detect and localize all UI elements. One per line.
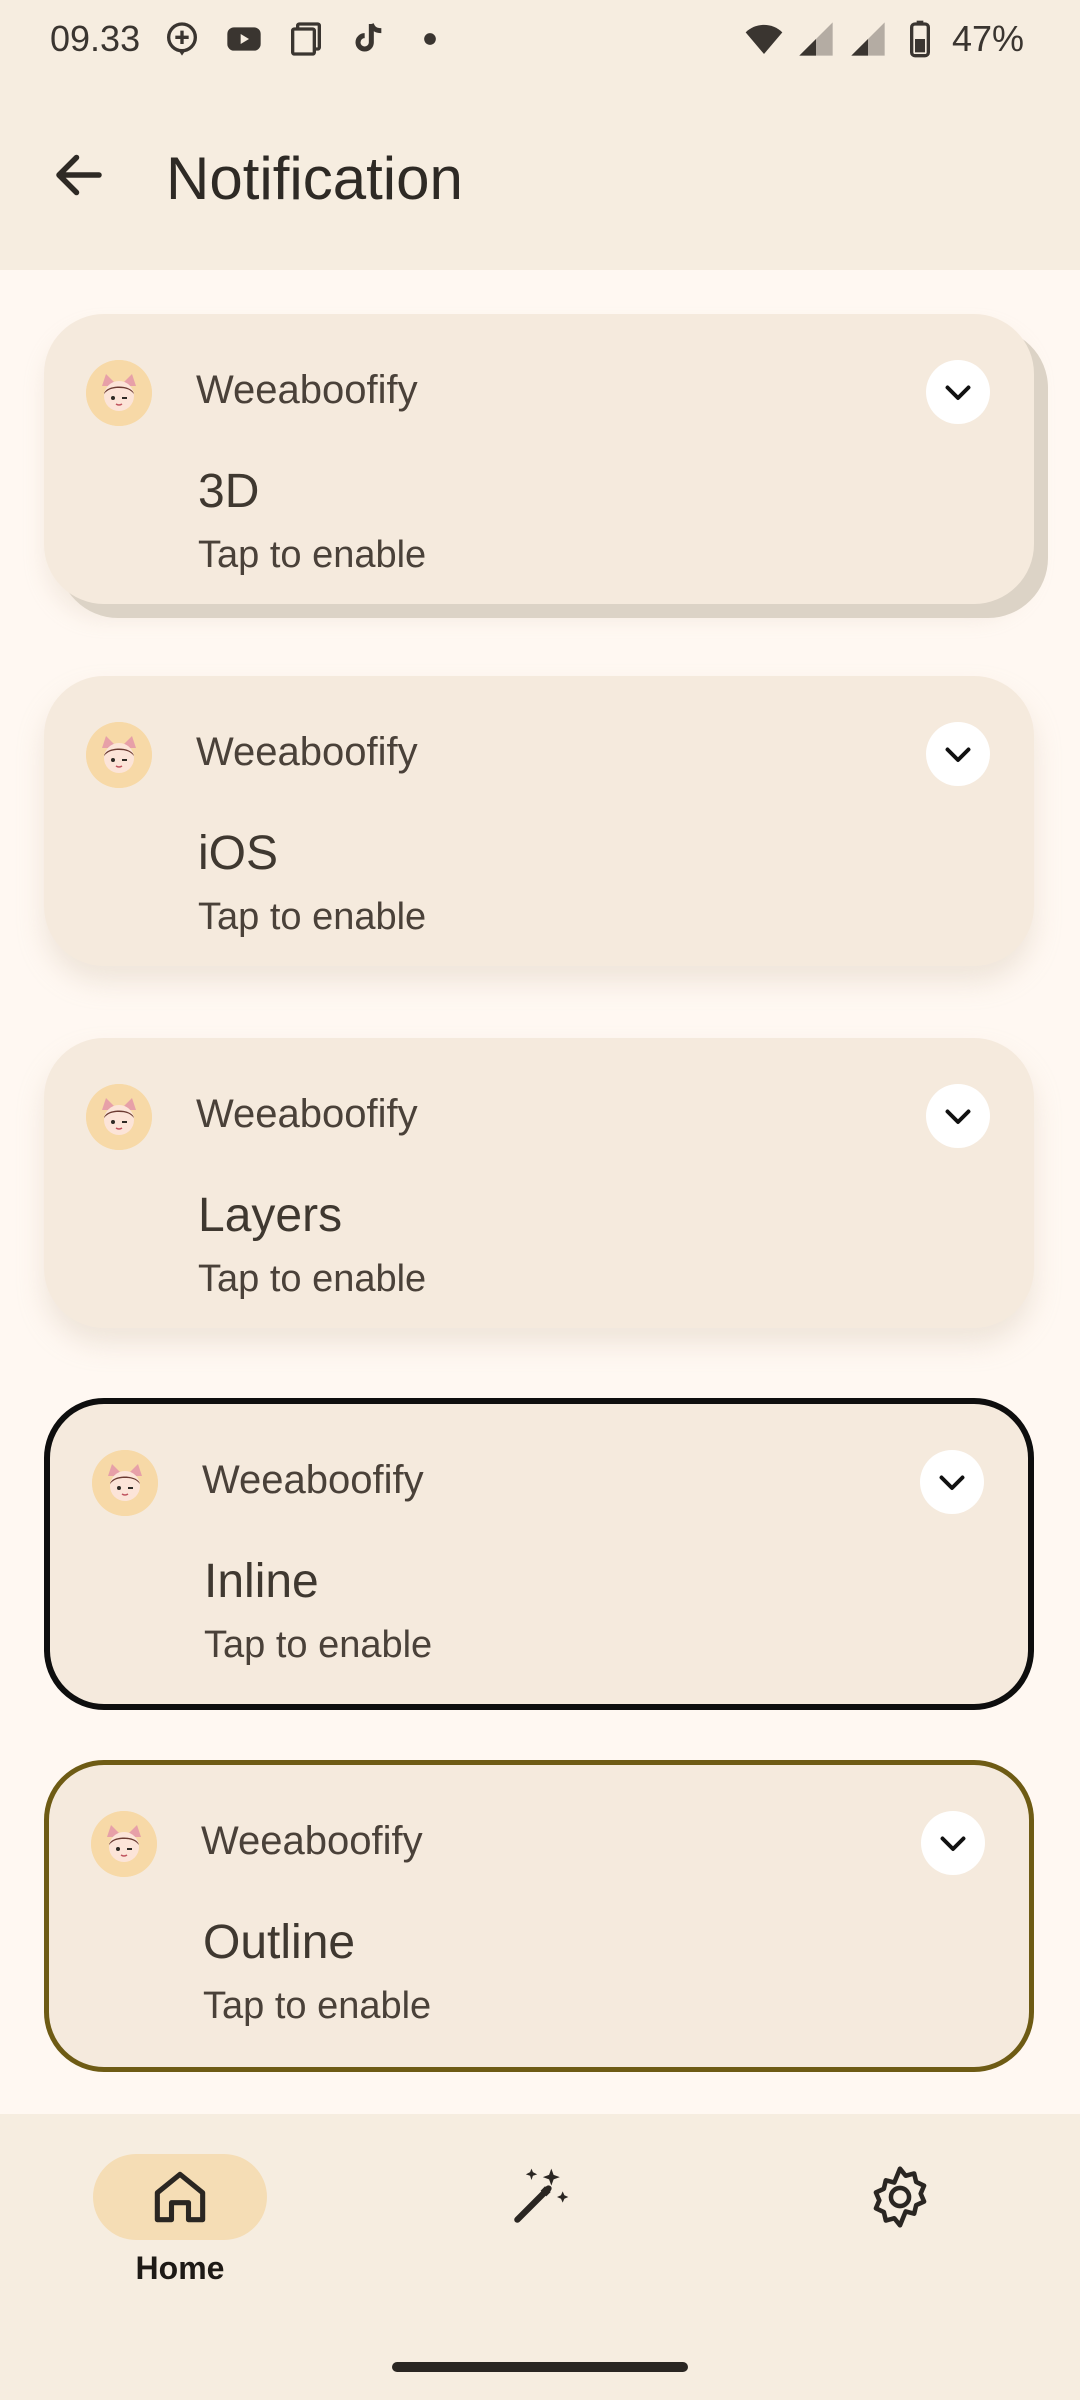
notification-card-inline[interactable]: Weeaboofify Inline Tap to enable (44, 1398, 1034, 1710)
status-time: 09.33 (50, 18, 141, 59)
arrow-back-icon (56, 154, 102, 196)
add-location-icon (167, 22, 198, 56)
notification-title: Inline (204, 1555, 319, 1608)
home-icon (154, 2171, 206, 2223)
expand-button[interactable] (926, 360, 990, 424)
notification-subtitle: Tap to enable (203, 1985, 432, 2027)
settings-icon (873, 2166, 927, 2228)
magic-wand-icon (514, 2168, 569, 2223)
app-name: Weeaboofify (196, 730, 418, 774)
dot-icon (424, 33, 436, 45)
app-name: Weeaboofify (201, 1819, 423, 1863)
copy-icon (291, 22, 322, 56)
expand-button[interactable] (921, 1811, 985, 1875)
status-left: 09.33 (50, 18, 450, 60)
notification-title: iOS (198, 827, 279, 880)
expand-button[interactable] (926, 722, 990, 786)
notification-card-layers[interactable]: Weeaboofify Layers Tap to enable (44, 1038, 1034, 1328)
notification-title: 3D (198, 465, 260, 518)
notification-card-outline[interactable]: Weeaboofify Outline Tap to enable (44, 1760, 1034, 2072)
app-avatar-icon (91, 1811, 157, 1877)
page-title: Notification (166, 145, 463, 212)
app-name: Weeaboofify (202, 1458, 424, 1502)
notification-subtitle: Tap to enable (198, 896, 427, 938)
notification-title: Outline (203, 1916, 356, 1969)
gesture-handle[interactable] (392, 2362, 688, 2372)
wifi-icon (745, 24, 783, 54)
signal-icon (851, 22, 885, 56)
youtube-icon (227, 27, 261, 51)
notification-card-ios[interactable]: Weeaboofify iOS Tap to enable (44, 676, 1034, 966)
expand-button[interactable] (926, 1084, 990, 1148)
notification-title: Layers (198, 1189, 343, 1242)
battery-percent: 47% (951, 18, 1024, 59)
chevron-down-icon (945, 747, 971, 762)
bottom-navigation: Home (0, 2114, 1080, 2400)
chevron-down-icon (939, 1475, 965, 1490)
back-button[interactable] (46, 142, 112, 208)
status-right: 47% (744, 18, 1024, 60)
nav-home-indicator (93, 2154, 267, 2240)
nav-settings-indicator (813, 2154, 987, 2240)
nav-effects-indicator (453, 2154, 627, 2240)
nav-home[interactable]: Home (80, 2154, 280, 2304)
battery-icon (909, 20, 930, 58)
app-avatar-icon (86, 360, 152, 426)
notification-subtitle: Tap to enable (204, 1624, 433, 1666)
nav-settings[interactable] (800, 2154, 1000, 2304)
app-avatar-icon (86, 722, 152, 788)
chevron-down-icon (940, 1836, 966, 1851)
app-name: Weeaboofify (196, 368, 418, 412)
app-avatar-icon (92, 1450, 158, 1516)
app-name: Weeaboofify (196, 1092, 418, 1136)
status-bar: 09.33 47% (0, 0, 1080, 88)
app-avatar-icon (86, 1084, 152, 1150)
chevron-down-icon (945, 1109, 971, 1124)
top-app-bar: Notification (0, 88, 1080, 270)
notification-card-3d[interactable]: Weeaboofify 3D Tap to enable (44, 314, 1034, 604)
tiktok-icon (355, 23, 382, 52)
signal-icon (799, 22, 833, 56)
notification-subtitle: Tap to enable (198, 1258, 427, 1300)
nav-home-label: Home (135, 2250, 225, 2286)
expand-button[interactable] (920, 1450, 984, 1514)
chevron-down-icon (945, 385, 971, 400)
nav-effects[interactable] (440, 2154, 640, 2304)
notification-subtitle: Tap to enable (198, 534, 427, 576)
